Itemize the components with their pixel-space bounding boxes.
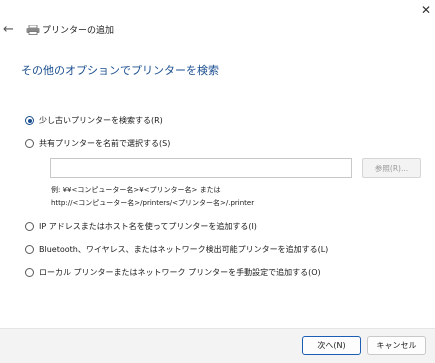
option-label: Bluetooth、ワイヤレス、またはネットワーク検出可能プリンターを追加する(… (39, 245, 329, 254)
page-heading: その他のオプションでプリンターを検索 (21, 64, 219, 77)
option-label: IP アドレスまたはホスト名を使ってプリンターを追加する(I) (39, 222, 257, 231)
printer-icon (26, 25, 40, 35)
option-add-local-manual[interactable]: ローカル プリンターまたはネットワーク プリンターを手動設定で追加する(O) (25, 267, 321, 278)
example-text-line-2: http://<コンピューター名>/printers/<プリンター名>/.pri… (51, 199, 255, 207)
radio-button[interactable] (25, 139, 34, 148)
option-label: 少し古いプリンターを検索する(R) (39, 116, 163, 125)
radio-button-checked[interactable] (25, 116, 34, 125)
back-arrow-icon: ← (3, 22, 14, 37)
radio-button[interactable] (25, 222, 34, 231)
browse-button[interactable]: 参照(R)... (362, 158, 421, 178)
option-select-shared-printer[interactable]: 共有プリンターを名前で選択する(S) (25, 138, 170, 149)
option-label: ローカル プリンターまたはネットワーク プリンターを手動設定で追加する(O) (39, 268, 321, 277)
cancel-button[interactable]: キャンセル (367, 336, 426, 355)
option-label: 共有プリンターを名前で選択する(S) (39, 139, 171, 148)
next-button[interactable]: 次へ(N) (302, 336, 361, 355)
close-button[interactable]: ✕ (417, 2, 435, 18)
shared-printer-name-input[interactable] (50, 158, 352, 178)
example-text-line-1: 例: ¥¥<コンピューター名>¥<プリンター名> または (51, 186, 221, 194)
option-add-bluetooth-wireless[interactable]: Bluetooth、ワイヤレス、またはネットワーク検出可能プリンターを追加する(… (25, 244, 328, 255)
window-title: プリンターの追加 (42, 26, 115, 36)
close-icon: ✕ (420, 3, 432, 17)
back-button[interactable]: ← (3, 22, 19, 38)
option-search-older-printer[interactable]: 少し古いプリンターを検索する(R) (25, 115, 163, 126)
radio-button[interactable] (25, 268, 34, 277)
radio-button[interactable] (25, 245, 34, 254)
option-add-by-ip-address[interactable]: IP アドレスまたはホスト名を使ってプリンターを追加する(I) (25, 221, 257, 232)
